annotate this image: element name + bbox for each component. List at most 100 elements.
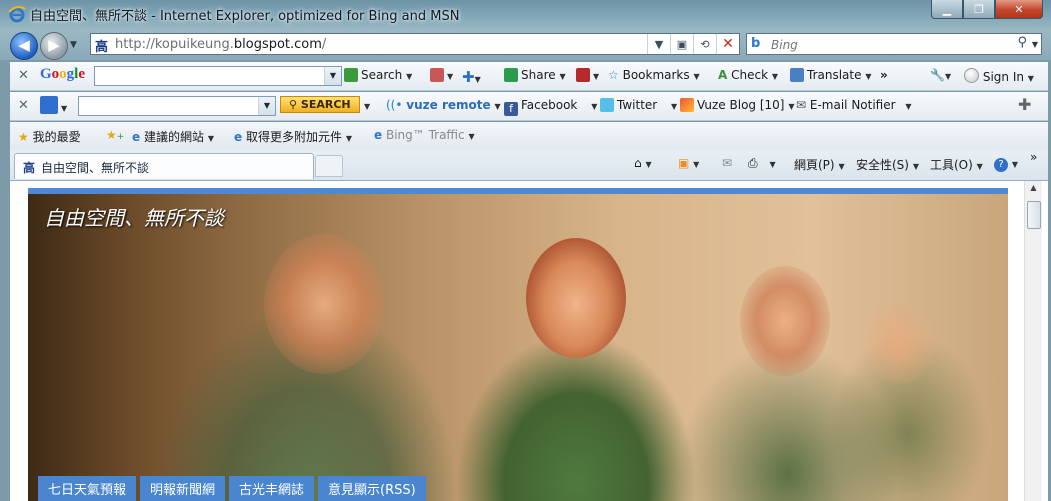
back-button[interactable]: ◀ (10, 32, 38, 60)
vuze-blog-button[interactable]: Vuze Blog [10] ▼ (680, 98, 794, 112)
blog-title[interactable]: 自由空間、無所不談 (44, 202, 224, 231)
internet-explorer-icon: e (234, 130, 243, 144)
vuze-search-button[interactable]: ⚲ SEARCH (280, 96, 360, 113)
twitter-icon (600, 98, 614, 112)
nav-link-rss[interactable]: 意見顯示(RSS) (318, 476, 426, 501)
doll-face-image (864, 304, 934, 384)
address-bar[interactable]: 高 http://kopuikeung.blogspot.com/ ▼ ▣ ⟲ … (90, 33, 740, 55)
page-tools-button[interactable]: ▼ (430, 68, 453, 82)
twitter-button[interactable]: Twitter ▼ (600, 98, 677, 112)
forward-arrow-icon: ▶ (48, 36, 60, 54)
close-toolbar-icon[interactable]: ✕ (18, 68, 29, 83)
blog-header-frame: 自由空間、無所不談 七日天氣預報 明報新聞網 古光丰網誌 意見顯示(RSS) (28, 188, 1008, 501)
favorites-bar: ★ 我的最愛 ★+ e 建議的網站 ▼ e 取得更多附加元件 ▼ e Bing™… (10, 122, 1048, 150)
doll-face-image (264, 234, 384, 374)
vuze-toolbar: ✕ ▼ ▼ ⚲ SEARCH ▼ ((• vuze remote ▼ f Face… (10, 92, 1048, 121)
share-button[interactable]: Share ▼ (504, 68, 566, 82)
minimize-button[interactable]: ▁ (931, 0, 963, 19)
spellcheck-icon: A (718, 68, 728, 82)
page-content: 自由空間、無所不談 七日天氣預報 明報新聞網 古光丰網誌 意見顯示(RSS) ▲ (10, 181, 1048, 501)
vuze-blog-icon (680, 98, 694, 112)
add-toolbar-button[interactable]: ✚ (1018, 95, 1031, 114)
share-icon (504, 68, 518, 82)
address-dropdown-icon[interactable]: ▼ (647, 34, 670, 54)
tab-title: 自由空間、無所不談 (41, 161, 150, 175)
settings-button[interactable]: 🔧▼ (930, 68, 951, 82)
bing-traffic-button[interactable]: e Bing™ Traffic ▼ (374, 128, 475, 142)
scroll-up-icon[interactable]: ▲ (1025, 183, 1042, 199)
stop-icon[interactable]: ✕ (716, 34, 739, 54)
star-icon: ☆ (608, 68, 619, 82)
vuze-remote-button[interactable]: ((• vuze remote ▼ (386, 98, 501, 112)
vuze-search-input[interactable]: ▼ (78, 96, 276, 116)
bing-logo-icon: b (751, 36, 761, 51)
user-icon (964, 68, 979, 83)
title-bar: 自由空間、無所不談 - Internet Explorer, optimized… (0, 0, 1051, 30)
refresh-icon[interactable]: ⟲ (693, 34, 716, 54)
vuze-options-dropdown[interactable]: ▼ (364, 98, 370, 112)
facebook-icon: f (504, 102, 518, 116)
compatibility-view-icon[interactable]: ▣ (670, 34, 693, 54)
email-notifier-button[interactable]: ✉ E-mail Notifier ▼ (796, 98, 912, 112)
scrollbar-thumb[interactable] (1027, 201, 1041, 229)
read-mail-button[interactable]: ✉ (722, 156, 732, 170)
window-title: 自由空間、無所不談 - Internet Explorer, optimized… (30, 9, 460, 24)
feeds-button[interactable]: ▣ ▼ (678, 156, 699, 170)
star-icon: ★ (18, 130, 29, 144)
maximize-button[interactable]: ❐ (963, 0, 995, 19)
close-toolbar-icon[interactable]: ✕ (18, 98, 29, 113)
translate-icon (790, 68, 804, 82)
nav-link-mingpao[interactable]: 明報新聞網 (140, 476, 226, 501)
nav-link-blog[interactable]: 古光丰網誌 (229, 476, 315, 501)
chevron-down-icon[interactable]: ▼ (258, 97, 275, 115)
mail-icon: ✉ (722, 156, 733, 170)
translate-page-button[interactable]: ▼ (576, 68, 599, 82)
search-icon (344, 68, 358, 82)
help-icon: ? (994, 158, 1008, 172)
navigation-bar: ◀ ▶ ▼ 高 http://kopuikeung.blogspot.com/ … (0, 30, 1051, 60)
search-input[interactable] (769, 36, 1003, 54)
translate-button[interactable]: Translate ▼ (790, 68, 871, 82)
google-logo: Google (40, 66, 86, 82)
print-button[interactable]: ⎙ ▼ (748, 156, 776, 171)
close-button[interactable]: ✕ (995, 0, 1043, 19)
caption-buttons: ▁ ❐ ✕ (931, 0, 1043, 20)
google-search-input[interactable]: ▼ (94, 66, 342, 86)
add-favorite-icon[interactable]: ★+ (106, 128, 124, 142)
tab-active[interactable]: 高 自由空間、無所不談 (14, 153, 314, 179)
printer-icon: ⎙ (748, 156, 758, 170)
site-favicon: 高 (23, 161, 36, 175)
tools-menu[interactable]: 工具(O) ▼ (930, 156, 983, 173)
nav-link-weather[interactable]: 七日天氣預報 (38, 476, 137, 501)
google-toolbar: ✕ Google ▼ Search ▼ ▼ ✚▼ Share ▼ ▼ ☆ Boo… (10, 62, 1048, 91)
chevron-down-icon[interactable]: ▼ (324, 67, 341, 85)
get-addons-button[interactable]: e 取得更多附加元件 ▼ (234, 128, 352, 145)
page-menu[interactable]: 網頁(P) ▼ (794, 156, 845, 173)
site-favicon: 高 (95, 40, 109, 55)
favorites-button[interactable]: ★ 我的最愛 (18, 128, 81, 145)
search-icon[interactable]: ⚲ (1017, 35, 1027, 50)
bookmarks-button[interactable]: ☆ Bookmarks ▼ (608, 68, 700, 82)
more-commands-chevron[interactable]: » (1030, 150, 1037, 164)
sign-in-button[interactable]: Sign In ▼ (964, 68, 1034, 84)
add-button-icon[interactable]: ✚▼ (462, 68, 481, 86)
suggested-sites-button[interactable]: e 建議的網站 ▼ (132, 128, 214, 145)
recent-pages-dropdown[interactable]: ▼ (70, 40, 77, 50)
more-tools-chevron[interactable]: » (880, 68, 888, 82)
help-button[interactable]: ? ▼ (994, 156, 1018, 172)
search-options-dropdown[interactable]: ▼ (1032, 40, 1038, 49)
vuze-logo-button[interactable]: ▼ (40, 96, 67, 114)
doll-face-image (526, 238, 626, 358)
forward-button[interactable]: ▶ (40, 32, 68, 60)
safety-menu[interactable]: 安全性(S) ▼ (856, 156, 919, 173)
check-button[interactable]: A Check ▼ (718, 68, 778, 82)
new-tab-button[interactable] (315, 155, 343, 177)
google-search-button[interactable]: Search ▼ (344, 68, 412, 82)
facebook-button[interactable]: f Facebook ▼ (504, 98, 597, 116)
search-box[interactable]: b ⚲ ▼ (746, 33, 1042, 55)
vertical-scrollbar[interactable]: ▲ (1024, 181, 1042, 501)
home-button[interactable]: ⌂ ▼ (634, 156, 652, 170)
internet-explorer-icon: e (132, 130, 141, 144)
url-text[interactable]: http://kopuikeung.blogspot.com/ (115, 37, 326, 52)
back-arrow-icon: ◀ (18, 36, 30, 54)
